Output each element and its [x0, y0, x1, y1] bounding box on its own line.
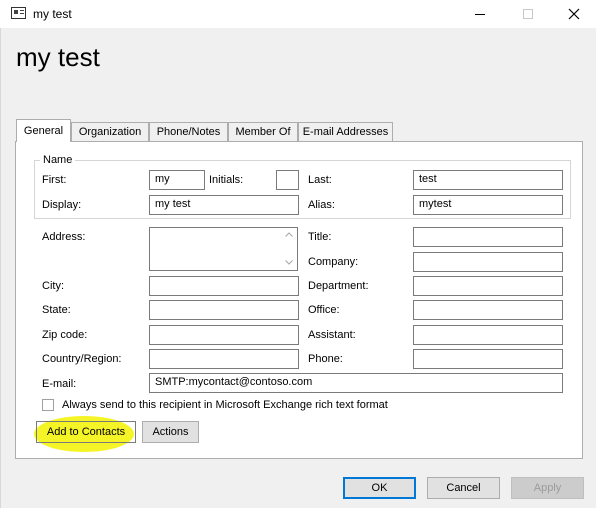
- tab-email-addresses[interactable]: E-mail Addresses: [298, 122, 393, 141]
- address-textarea[interactable]: [149, 227, 298, 271]
- actions-button[interactable]: Actions: [142, 421, 199, 443]
- initials-label: Initials:: [209, 174, 244, 186]
- country-input[interactable]: [149, 349, 299, 369]
- minimize-icon: [475, 14, 485, 15]
- display-label: Display:: [42, 199, 82, 211]
- alias-input[interactable]: mytest: [413, 195, 563, 215]
- minimize-button[interactable]: [458, 0, 502, 28]
- country-label: Country/Region:: [42, 353, 122, 365]
- maximize-button: [506, 0, 550, 28]
- email-label: E-mail:: [42, 378, 77, 390]
- department-input[interactable]: [413, 276, 563, 296]
- city-label: City:: [42, 280, 64, 292]
- city-input[interactable]: [149, 276, 299, 296]
- tab-organization[interactable]: Organization: [71, 122, 149, 141]
- state-input[interactable]: [149, 300, 299, 320]
- tab-phone-notes[interactable]: Phone/Notes: [149, 122, 228, 141]
- office-input[interactable]: [413, 300, 563, 320]
- rich-text-checkbox[interactable]: [42, 399, 54, 411]
- company-label: Company:: [308, 256, 359, 268]
- display-name-input[interactable]: my test: [149, 195, 299, 215]
- phone-input[interactable]: [413, 349, 563, 369]
- initials-input[interactable]: [276, 170, 299, 190]
- tab-general[interactable]: General: [16, 119, 71, 142]
- last-name-input[interactable]: test: [413, 170, 563, 190]
- alias-label: Alias:: [308, 199, 335, 211]
- department-label: Department:: [308, 280, 369, 292]
- close-icon: [568, 8, 580, 20]
- page-title: my test: [16, 42, 100, 72]
- state-label: State:: [42, 304, 71, 316]
- tab-member-of[interactable]: Member Of: [228, 122, 298, 141]
- close-button[interactable]: [552, 0, 596, 28]
- rich-text-label: Always send to this recipient in Microso…: [62, 399, 388, 411]
- address-scrollbar[interactable]: [281, 228, 297, 270]
- zip-input[interactable]: [149, 325, 299, 345]
- assistant-input[interactable]: [413, 325, 563, 345]
- maximize-icon: [523, 9, 533, 19]
- window-border: [0, 28, 1, 508]
- name-group-legend: Name: [40, 154, 76, 166]
- window-title: my test: [33, 7, 72, 21]
- last-label: Last:: [308, 174, 332, 186]
- scroll-up-icon[interactable]: [285, 232, 293, 237]
- scroll-down-icon[interactable]: [285, 260, 293, 265]
- assistant-label: Assistant:: [308, 329, 356, 341]
- apply-button: Apply: [511, 477, 584, 499]
- title-label: Title:: [308, 231, 332, 243]
- cancel-button[interactable]: Cancel: [427, 477, 500, 499]
- zip-label: Zip code:: [42, 329, 88, 341]
- email-input[interactable]: SMTP:mycontact@contoso.com: [149, 373, 563, 393]
- add-to-contacts-button[interactable]: Add to Contacts: [36, 421, 136, 443]
- ok-button[interactable]: OK: [343, 477, 416, 499]
- title-input[interactable]: [413, 227, 563, 247]
- first-label: First:: [42, 174, 67, 186]
- office-label: Office:: [308, 304, 340, 316]
- address-label: Address:: [42, 231, 86, 243]
- first-name-input[interactable]: my: [149, 170, 205, 190]
- contact-card-icon: [11, 7, 26, 19]
- company-input[interactable]: [413, 252, 563, 272]
- phone-label: Phone:: [308, 353, 343, 365]
